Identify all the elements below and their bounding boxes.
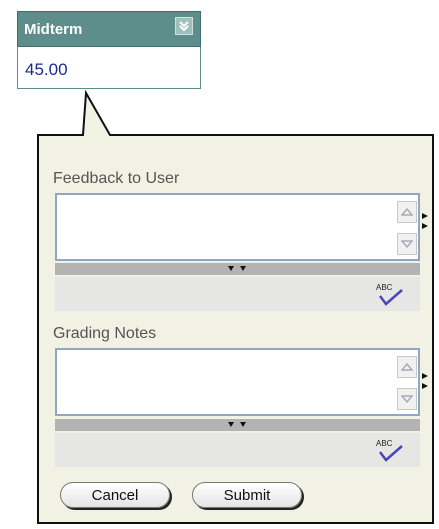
resize-side-icon (422, 213, 428, 229)
notes-toolbar: ABC (55, 433, 420, 467)
scroll-up-icon (401, 362, 413, 371)
scroll-down-icon (401, 240, 413, 249)
notes-scroll-down-button[interactable] (397, 388, 417, 410)
feedback-textarea[interactable] (55, 193, 420, 261)
cancel-button[interactable]: Cancel (60, 482, 170, 508)
expand-down-icon (227, 422, 246, 427)
feedback-scroll-up-button[interactable] (397, 201, 417, 223)
spellcheck-icon[interactable]: ABC (374, 280, 406, 308)
scroll-down-icon (401, 395, 413, 404)
svg-text:ABC: ABC (376, 283, 393, 292)
grading-notes-label: Grading Notes (53, 325, 157, 342)
notes-scroll-up-button[interactable] (397, 356, 417, 378)
feedback-label: Feedback to User (53, 170, 180, 187)
scroll-up-icon (401, 207, 413, 216)
grading-notes-textarea[interactable] (55, 348, 420, 416)
svg-text:ABC: ABC (376, 439, 393, 448)
feedback-toolbar: ABC (55, 277, 420, 311)
notes-resize-handle[interactable] (55, 419, 420, 431)
feedback-scroll-down-button[interactable] (397, 233, 417, 255)
resize-side-icon (422, 373, 428, 389)
feedback-resize-handle[interactable] (55, 263, 420, 275)
spellcheck-icon[interactable]: ABC (374, 436, 406, 464)
expand-down-icon (227, 266, 246, 271)
submit-button[interactable]: Submit (192, 482, 302, 508)
